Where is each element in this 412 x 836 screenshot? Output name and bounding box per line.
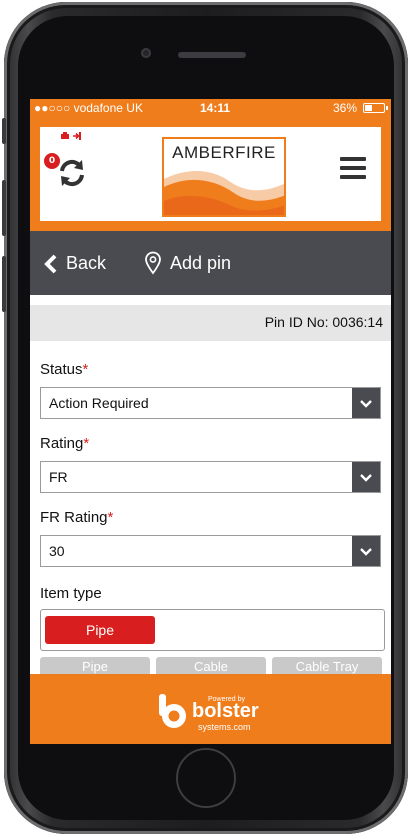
mute-switch	[2, 118, 6, 144]
bolster-brand-text: bolster	[192, 700, 259, 722]
carrier-signal: ●●○○○ vodafone UK	[34, 101, 143, 115]
menu-icon[interactable]	[340, 157, 366, 179]
front-camera	[141, 48, 151, 58]
bolster-b-icon	[159, 694, 186, 728]
volume-down-button	[2, 256, 6, 312]
fr-rating-label-text: FR Rating	[40, 509, 108, 526]
bolster-sub-text: systems.com	[198, 722, 251, 732]
status-label-text: Status	[40, 361, 83, 378]
battery-icon	[363, 103, 388, 113]
chevron-down-icon[interactable]	[352, 388, 380, 418]
earpiece-speaker	[178, 52, 246, 58]
chevron-down-icon[interactable]	[352, 462, 380, 492]
back-button[interactable]: Back	[44, 253, 106, 274]
pin-id-bar: Pin ID No: 0036:14	[30, 305, 391, 341]
map-pin-icon	[145, 251, 161, 275]
required-marker: *	[83, 435, 90, 452]
app-screen: ●●○○○ vodafone UK 14:11 36% 0 AMBERFIRE …	[30, 99, 391, 744]
footer: Powered by bolster systems.com	[30, 674, 391, 744]
rating-value: FR	[49, 469, 68, 485]
add-pin-label: Add pin	[170, 252, 232, 273]
amberfire-logo: AMBERFIRE	[162, 137, 286, 217]
sync-count-badge: 0	[44, 153, 60, 169]
bolster-logo: Powered by bolster systems.com	[156, 688, 266, 734]
status-select[interactable]: Action Required	[40, 387, 381, 419]
item-type-selected-box[interactable]: Pipe	[40, 609, 385, 651]
status-value: Action Required	[49, 395, 149, 411]
item-type-option-cable[interactable]: Cable	[156, 657, 266, 675]
item-type-option-pipe[interactable]: Pipe	[40, 657, 150, 675]
printer-icon	[61, 132, 81, 140]
fr-rating-value: 30	[49, 543, 65, 559]
fr-rating-select[interactable]: 30	[40, 535, 381, 567]
required-marker: *	[107, 509, 114, 526]
rating-label: Rating*	[40, 435, 89, 452]
volume-up-button	[2, 180, 6, 236]
status-bar: ●●○○○ vodafone UK 14:11 36%	[30, 99, 391, 117]
flame-swoosh-icon	[164, 171, 284, 215]
pin-id-text: Pin ID No: 0036:14	[264, 314, 383, 330]
required-marker: *	[82, 361, 89, 378]
item-type-label: Item type	[40, 585, 102, 602]
fr-rating-label: FR Rating*	[40, 509, 113, 526]
sync-icon[interactable]	[56, 157, 88, 189]
back-label: Back	[66, 253, 107, 273]
add-pin-button[interactable]: Add pin	[144, 251, 231, 275]
navigation-bar: Back Add pin	[30, 231, 391, 295]
rating-select[interactable]: FR	[40, 461, 381, 493]
chevron-left-icon	[44, 254, 57, 273]
app-header: 0 AMBERFIRE	[30, 117, 391, 231]
header-panel: 0 AMBERFIRE	[40, 127, 381, 221]
status-label: Status*	[40, 361, 88, 378]
status-time: 14:11	[200, 101, 231, 115]
selected-item-chip[interactable]: Pipe	[45, 616, 155, 644]
rating-label-text: Rating	[40, 435, 84, 452]
home-button[interactable]	[176, 748, 236, 808]
battery-percent: 36%	[332, 101, 357, 115]
print-and-logout-icons[interactable]	[60, 131, 82, 144]
item-type-option-cable-tray[interactable]: Cable Tray	[272, 657, 382, 675]
chevron-down-icon[interactable]	[352, 536, 380, 566]
